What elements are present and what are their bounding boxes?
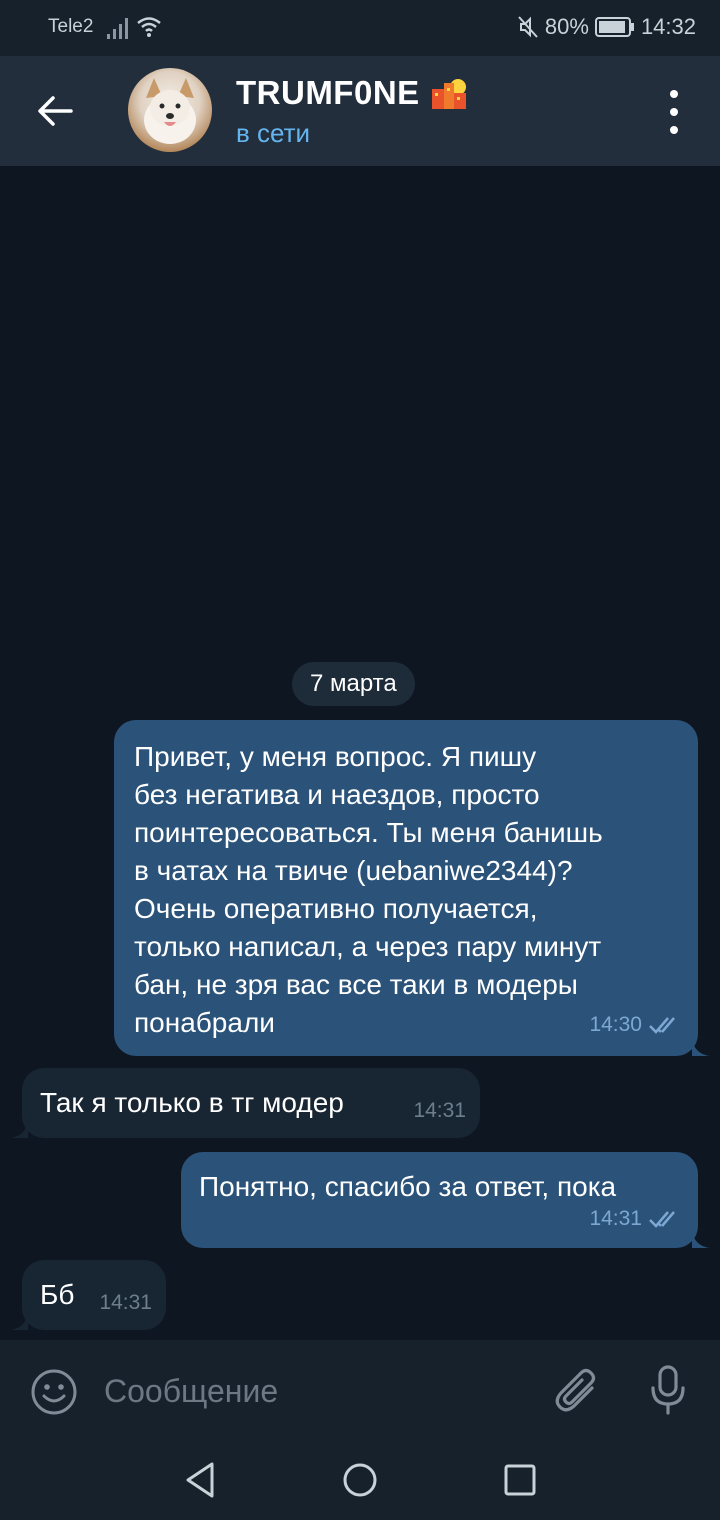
paperclip-icon [555, 1368, 596, 1412]
message-time: 14:31 [413, 1099, 466, 1122]
message-bubble-incoming[interactable]: Так я только в тг модер 14:31 [10, 1068, 480, 1138]
message-time: 14:31 [99, 1291, 152, 1314]
battery-icon [594, 17, 634, 37]
message-meta: 14:30 [589, 1006, 682, 1044]
carrier-label: Tele2 [48, 16, 94, 37]
signal-icon [107, 18, 128, 39]
message-input[interactable] [104, 1364, 524, 1418]
message-meta: 14:31 [413, 1092, 466, 1130]
status-bar: Tele2 80% 14:32 [0, 0, 720, 56]
emoji-button[interactable] [30, 1368, 78, 1416]
message-time: 14:31 [589, 1207, 642, 1230]
message-bubble-incoming[interactable]: Бб 14:31 [10, 1260, 166, 1330]
nav-recents-icon[interactable] [500, 1460, 540, 1500]
smile-icon [31, 1369, 77, 1415]
nav-home-icon[interactable] [340, 1460, 380, 1500]
more-vertical-icon [670, 90, 678, 98]
more-menu-button[interactable] [662, 90, 686, 134]
message-text: Так я только в тг модер [40, 1087, 344, 1118]
date-separator: 7 марта [292, 662, 415, 706]
message-composer [0, 1340, 720, 1440]
double-check-icon [649, 1017, 675, 1034]
message-list[interactable]: 7 марта Привет, у меня вопрос. Я пишу бе… [0, 166, 720, 1340]
title-row[interactable]: TRUMF0NE [236, 74, 470, 112]
avatar[interactable] [128, 68, 212, 152]
message-text: Привет, у меня вопрос. Я пишу без негати… [134, 741, 603, 1038]
chat-title: TRUMF0NE [236, 74, 420, 111]
wifi-icon [137, 17, 161, 37]
status-right-group: 80% 14:32 [517, 14, 696, 40]
mute-icon [518, 16, 538, 38]
clock: 14:32 [640, 14, 696, 39]
dog-avatar-image [144, 78, 196, 144]
system-nav-bar [0, 1440, 720, 1520]
double-check-icon [649, 1211, 675, 1228]
voice-record-button[interactable] [648, 1364, 688, 1416]
bubble-tail [692, 1038, 710, 1056]
arrow-left-icon [38, 96, 73, 126]
back-button[interactable] [30, 86, 80, 136]
nav-back-icon[interactable] [182, 1460, 222, 1500]
bubble-tail [10, 1312, 28, 1330]
city-sunset-emoji-icon [431, 79, 466, 109]
bubble-tail [692, 1230, 710, 1248]
chat-header: TRUMF0NE в сети [0, 56, 720, 166]
battery-percent: 80% [544, 14, 589, 39]
message-time: 14:30 [589, 1013, 642, 1036]
message-meta: 14:31 [589, 1200, 682, 1238]
online-status: в сети [236, 118, 311, 148]
message-bubble-outgoing[interactable]: Понятно, спасибо за ответ, пока 14:31 [181, 1152, 710, 1248]
bubble-tail [10, 1120, 28, 1138]
attach-button[interactable] [554, 1366, 600, 1414]
microphone-icon [651, 1365, 685, 1415]
message-meta: 14:31 [99, 1284, 152, 1322]
message-bubble-outgoing[interactable]: Привет, у меня вопрос. Я пишу без негати… [114, 720, 710, 1056]
